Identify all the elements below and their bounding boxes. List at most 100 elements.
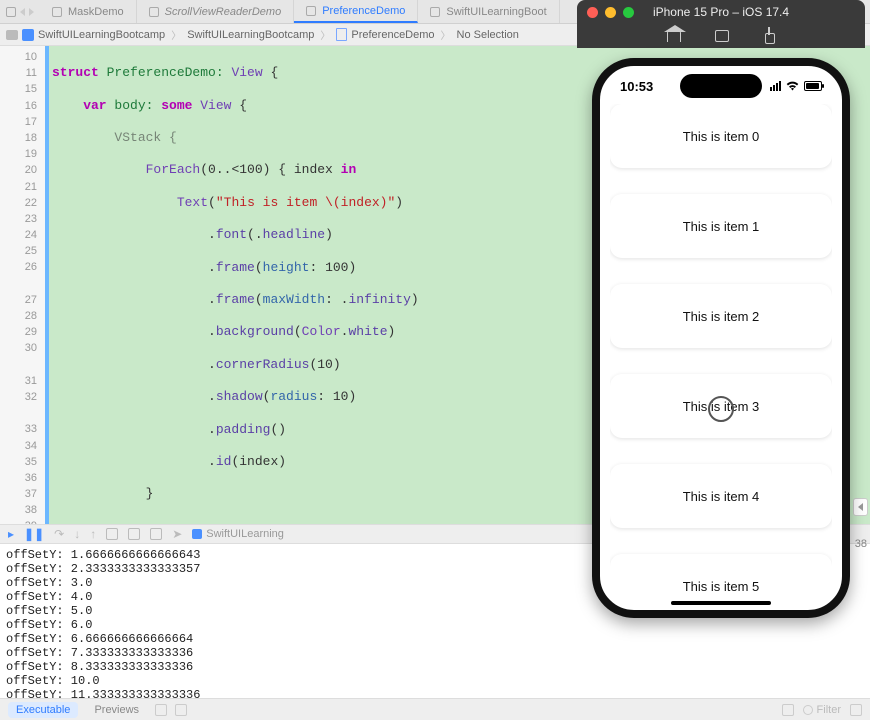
tab-preferencedemo[interactable]: PreferenceDemo xyxy=(294,0,418,23)
tab-label: ScrollViewReaderDemo xyxy=(165,6,282,18)
line-number: 37 xyxy=(0,486,45,502)
views-icon[interactable] xyxy=(175,704,187,716)
step-over-icon[interactable]: ↷ xyxy=(54,527,64,541)
line-number: 29 xyxy=(0,324,45,340)
list-item[interactable]: This is item 0 xyxy=(610,104,832,168)
executable-tab[interactable]: Executable xyxy=(8,702,78,718)
line-number: 32 xyxy=(0,389,45,405)
list-item[interactable]: This is item 5 xyxy=(610,554,832,600)
crumb-folder[interactable]: SwiftUILearningBootcamp xyxy=(187,29,314,41)
line-number: 21 xyxy=(0,179,45,195)
line-number: 30 xyxy=(0,340,45,356)
swift-file-icon xyxy=(336,28,347,41)
line-number: 27 xyxy=(0,292,45,308)
bottom-right-icon[interactable] xyxy=(850,704,862,716)
debug-view-icon[interactable] xyxy=(106,528,118,540)
nav-forward-icon[interactable] xyxy=(29,8,34,16)
line-number: 22 xyxy=(0,195,45,211)
tab-learningboot[interactable]: SwiftUILearningBoot xyxy=(418,0,559,23)
previews-tab[interactable]: Previews xyxy=(86,702,147,718)
memory-graph-icon[interactable] xyxy=(128,528,140,540)
step-out-icon[interactable]: ↑ xyxy=(90,527,96,541)
line-number: 10 xyxy=(0,49,45,65)
status-time: 10:53 xyxy=(620,79,653,94)
dynamic-island xyxy=(680,74,762,98)
line-number: 17 xyxy=(0,114,45,130)
swift-file-icon xyxy=(149,7,159,17)
app-icon xyxy=(192,529,202,539)
debug-target-label: SwiftUILearning xyxy=(206,528,284,540)
simulator-titlebar[interactable]: iPhone 15 Pro – iOS 17.4 xyxy=(577,0,865,24)
filter-field[interactable]: Filter xyxy=(802,703,842,717)
wifi-icon xyxy=(785,79,800,94)
line-number: 35 xyxy=(0,454,45,470)
step-in-icon[interactable]: ↓ xyxy=(74,527,80,541)
line-gutter: 1011151617181920212223242526272829303132… xyxy=(0,46,46,524)
line-number: 34 xyxy=(0,438,45,454)
line-number: 24 xyxy=(0,227,45,243)
line-number: 28 xyxy=(0,308,45,324)
nav-back-icon[interactable] xyxy=(20,8,25,16)
line-number: 31 xyxy=(0,373,45,389)
line-number: 15 xyxy=(0,81,45,97)
tab-label: SwiftUILearningBoot xyxy=(446,6,546,18)
list-item[interactable]: This is item 1 xyxy=(610,194,832,258)
console-line: offSetY: 11.333333333333336 xyxy=(6,688,864,698)
change-bar xyxy=(45,46,49,524)
home-icon[interactable] xyxy=(667,30,681,42)
tab-label: PreferenceDemo xyxy=(322,5,405,17)
clear-icon[interactable] xyxy=(782,704,794,716)
crumb-project[interactable]: SwiftUILearningBootcamp xyxy=(38,29,165,41)
share-icon[interactable] xyxy=(763,29,775,43)
swift-file-icon xyxy=(52,7,62,17)
scroll-view[interactable]: This is item 0 This is item 1 This is item… xyxy=(610,104,832,600)
screenshot-icon[interactable] xyxy=(715,30,729,42)
toggle-breakpoints-icon[interactable]: ▸ xyxy=(8,527,14,541)
tab-scrollviewreaderdemo[interactable]: ScrollViewReaderDemo xyxy=(137,0,295,23)
filter-placeholder: Filter xyxy=(817,704,841,716)
home-indicator xyxy=(671,601,771,605)
console-bottom-bar: Executable Previews Filter xyxy=(0,698,870,720)
panel-toggle-icon[interactable] xyxy=(6,7,16,17)
console-line: offSetY: 6.666666666666664 xyxy=(6,632,864,646)
simulator-window: iPhone 15 Pro – iOS 17.4 10:53 This is i… xyxy=(577,0,865,628)
line-number: 25 xyxy=(0,243,45,259)
filter-icon xyxy=(803,705,813,715)
tab-label: MaskDemo xyxy=(68,6,124,18)
signal-icon xyxy=(770,81,781,91)
pause-icon[interactable]: ❚❚ xyxy=(24,527,44,541)
line-number: 36 xyxy=(0,470,45,486)
list-item[interactable]: This is item 2 xyxy=(610,284,832,348)
console-line: offSetY: 7.333333333333336 xyxy=(6,646,864,660)
crumb-sep: 〉 xyxy=(171,27,181,42)
list-item[interactable]: This is item 4 xyxy=(610,464,832,528)
battery-icon xyxy=(804,81,822,91)
crumb-file[interactable]: PreferenceDemo xyxy=(351,29,434,41)
line-number xyxy=(0,405,45,421)
line-number: 11 xyxy=(0,65,45,81)
line-number: 16 xyxy=(0,98,45,114)
related-items-icon[interactable] xyxy=(6,30,18,40)
console-line: offSetY: 8.333333333333336 xyxy=(6,660,864,674)
simulator-phone[interactable]: 10:53 This is item 0This is item 1This i… xyxy=(592,58,850,618)
touch-indicator xyxy=(708,396,734,422)
line-number: 23 xyxy=(0,211,45,227)
line-number: 38 xyxy=(0,502,45,518)
simulator-toolbar xyxy=(577,24,865,48)
line-number: 39 xyxy=(0,518,45,524)
env-override-icon[interactable] xyxy=(150,528,162,540)
debug-target[interactable]: SwiftUILearning xyxy=(192,528,284,540)
simulator-title: iPhone 15 Pro – iOS 17.4 xyxy=(577,5,865,19)
metrics-icon[interactable] xyxy=(155,704,167,716)
line-number: 26 xyxy=(0,259,45,275)
line-number: 20 xyxy=(0,162,45,178)
crumb-nosel[interactable]: No Selection xyxy=(457,29,519,41)
line-number: 19 xyxy=(0,146,45,162)
project-icon xyxy=(22,29,34,41)
location-icon[interactable]: ➤ xyxy=(172,527,182,541)
tab-maskdemo[interactable]: MaskDemo xyxy=(40,0,137,23)
crumb-sep: 〉 xyxy=(320,27,330,42)
console-line: offSetY: 10.0 xyxy=(6,674,864,688)
crumb-sep: 〉 xyxy=(441,27,451,42)
line-number xyxy=(0,276,45,292)
